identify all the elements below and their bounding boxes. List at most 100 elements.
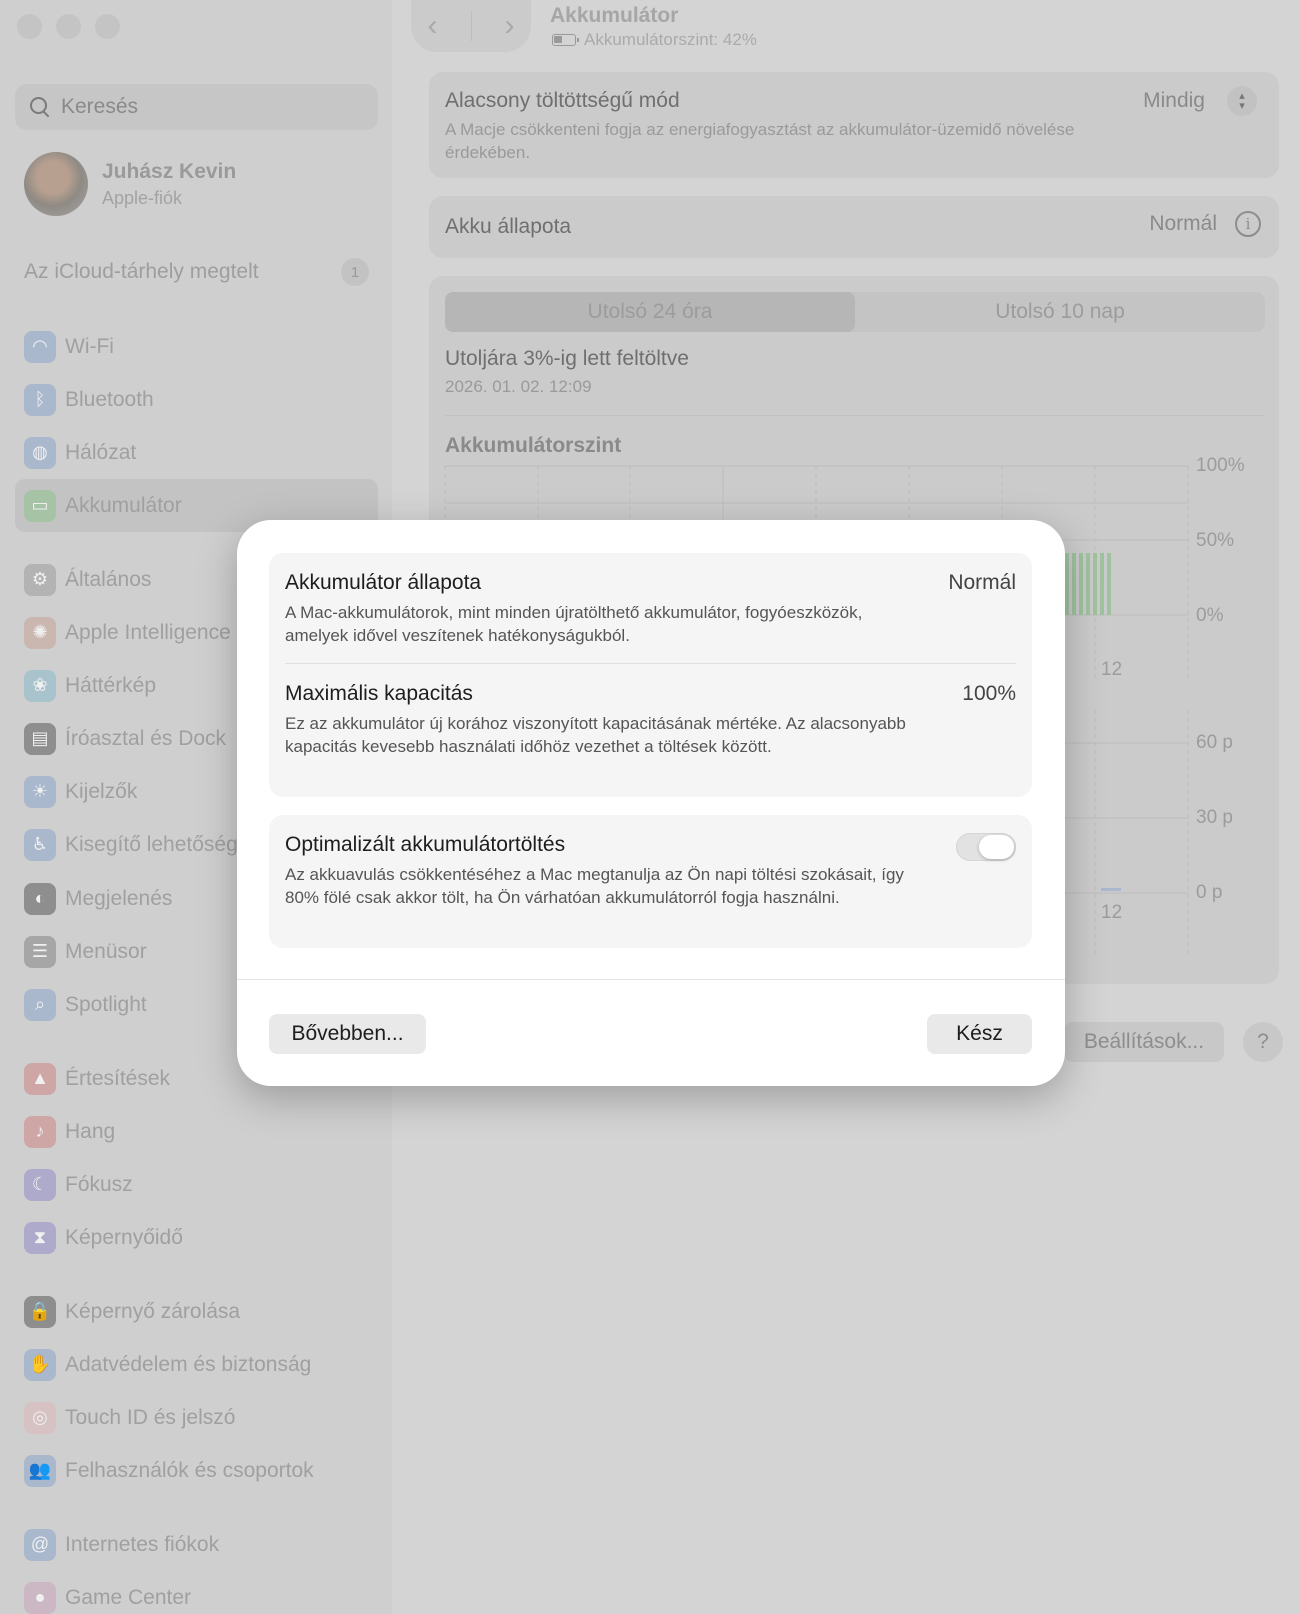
battery-health-label: Akku állapota	[445, 215, 572, 238]
y-tick-label: 50%	[1196, 530, 1235, 551]
sidebar-item-label: Internetes fiókok	[65, 1532, 220, 1556]
menubar-icon: ☰	[24, 935, 56, 968]
apple-account[interactable]: Juhász Kevin Apple-fiók	[24, 152, 236, 216]
sidebar-item-label: Megjelenés	[65, 886, 173, 910]
dock-icon: ▤	[24, 722, 56, 755]
sidebar-item-screen-time[interactable]: ⧗ Képernyőidő	[15, 1211, 378, 1264]
battery-health-card: Akku állapota Normál i	[429, 196, 1279, 258]
usage-bar	[1101, 888, 1121, 891]
sidebar-item-label: Spotlight	[65, 992, 147, 1016]
gear-icon: ⚙	[24, 563, 56, 596]
info-icon[interactable]: i	[1235, 211, 1261, 237]
apple-intelligence-icon: ✺	[24, 616, 56, 649]
max-capacity-description: Ez az akkumulátor új korához viszonyítot…	[285, 714, 906, 756]
done-button[interactable]: Kész	[927, 1014, 1032, 1054]
low-power-select[interactable]: Mindig ▴ ▾	[1143, 86, 1257, 116]
battery-health-value: Normál	[1149, 212, 1217, 235]
sidebar-item-label: Wi-Fi	[65, 334, 114, 358]
divider	[445, 415, 1265, 416]
sidebar-item-lock[interactable]: 🔒 Képernyő zárolása	[15, 1285, 378, 1338]
up-down-chevron-icon: ▴ ▾	[1227, 86, 1257, 116]
sidebar-item-label: Háttérkép	[65, 673, 157, 697]
close-window-button[interactable]	[17, 14, 42, 39]
icloud-warning-label: Az iCloud-tárhely megtelt	[24, 260, 259, 283]
y-tick-label: 100%	[1196, 455, 1245, 476]
last-charged-label: Utoljára 3%-ig lett feltöltve	[445, 347, 689, 370]
optimized-charging-label: Optimalizált akkumulátortöltés	[285, 833, 566, 856]
sidebar-item-wifi[interactable]: ◠ Wi-Fi	[15, 320, 378, 373]
sidebar-item-label: Értesítések	[65, 1066, 171, 1090]
display-icon: ☀	[24, 775, 56, 808]
battery-icon	[552, 34, 579, 46]
globe-icon: ◍	[24, 436, 56, 469]
focus-icon: ☾	[24, 1168, 56, 1201]
sidebar-item-label: Adatvédelem és biztonság	[65, 1352, 312, 1376]
health-info-section: Akkumulátor állapota A Mac-akkumulátorok…	[269, 553, 1032, 797]
divider	[285, 663, 1016, 664]
sidebar-item-label: Képernyőidő	[65, 1225, 183, 1249]
chevron-right-icon[interactable]: ›	[505, 9, 515, 43]
sidebar-item-label: Hang	[65, 1119, 116, 1143]
options-button[interactable]: Beállítások...	[1064, 1022, 1224, 1062]
last-charged-time: 2026. 01. 02. 12:09	[445, 377, 592, 396]
y-tick-label: 0 p	[1196, 882, 1223, 903]
y-tick-label: 60 p	[1196, 732, 1233, 753]
optimized-charging-description: Az akkuavulás csökkentéséhez a Mac megta…	[285, 865, 904, 907]
divider	[470, 11, 472, 41]
zoom-window-button[interactable]	[95, 14, 120, 39]
users-icon: 👥	[24, 1454, 56, 1487]
battery-level-label: Akkumulátorszint: 42%	[584, 30, 757, 49]
y-tick-label: 0%	[1196, 605, 1224, 626]
sidebar-item-label: Általános	[65, 567, 152, 591]
chart-title: Akkumulátorszint	[445, 434, 622, 457]
sidebar-item-label: Hálózat	[65, 440, 137, 464]
sidebar-item-label: Kijelzők	[65, 779, 138, 803]
icloud-storage-warning[interactable]: Az iCloud-tárhely megtelt 1	[24, 258, 369, 286]
at-icon: @	[24, 1528, 56, 1561]
search-field[interactable]	[15, 84, 378, 130]
sidebar-item-label: Akkumulátor	[65, 493, 182, 517]
sidebar-item-bluetooth[interactable]: ᛒ Bluetooth	[15, 373, 378, 426]
bluetooth-icon: ᛒ	[24, 383, 56, 416]
sidebar-item-sound[interactable]: ♪ Hang	[15, 1105, 378, 1158]
minimize-window-button[interactable]	[56, 14, 81, 39]
history-nav: ‹ ›	[411, 0, 531, 52]
sidebar-item-at[interactable]: @ Internetes fiókok	[15, 1518, 378, 1571]
lock-icon: 🔒	[24, 1295, 56, 1328]
time-range-segmented-control: Utolsó 24 óra Utolsó 10 nap	[445, 292, 1265, 332]
y-tick-label: 30 p	[1196, 807, 1233, 828]
max-capacity-row: Maximális kapacitás Ez az akkumulátor új…	[285, 682, 1032, 758]
battery-level-status: Akkumulátorszint: 42%	[552, 30, 757, 50]
search-input[interactable]	[61, 95, 351, 119]
chevron-left-icon[interactable]: ‹	[428, 9, 438, 43]
max-capacity-label: Maximális kapacitás	[285, 682, 473, 705]
privacy-hand-icon: ✋	[24, 1348, 56, 1381]
sidebar-item-users[interactable]: 👥 Felhasználók és csoportok	[15, 1444, 378, 1497]
tab-last-24-hours[interactable]: Utolsó 24 óra	[445, 292, 855, 332]
sidebar-item-label: Íróasztal és Dock	[65, 726, 227, 750]
sidebar-item-fingerprint[interactable]: ◎ Touch ID és jelszó	[15, 1391, 378, 1444]
learn-more-button[interactable]: Bővebben...	[269, 1014, 426, 1054]
spotlight-icon: ⌕	[24, 988, 56, 1021]
sidebar-item-privacy-hand[interactable]: ✋ Adatvédelem és biztonság	[15, 1338, 378, 1391]
sidebar-item-label: Képernyő zárolása	[65, 1299, 241, 1323]
wallpaper-icon: ❀	[24, 669, 56, 702]
battery-health-dialog: Akkumulátor állapota A Mac-akkumulátorok…	[237, 520, 1065, 1086]
optimized-charging-row: Optimalizált akkumulátortöltés Az akkuav…	[285, 833, 1032, 909]
sidebar-item-game-center[interactable]: ● Game Center	[15, 1571, 378, 1614]
sidebar-item-label: Fókusz	[65, 1172, 133, 1196]
wifi-icon: ◠	[24, 330, 56, 363]
tab-last-10-days[interactable]: Utolsó 10 nap	[855, 292, 1265, 332]
battery-condition-label: Akkumulátor állapota	[285, 571, 482, 594]
search-icon	[29, 96, 51, 118]
sidebar-item-globe[interactable]: ◍ Hálózat	[15, 426, 378, 479]
optimized-charging-toggle[interactable]	[956, 833, 1016, 861]
sidebar-item-label: Kisegítő lehetőségek	[65, 832, 260, 856]
appearance-icon: ◐	[24, 882, 56, 915]
sidebar-item-label: Felhasználók és csoportok	[65, 1458, 314, 1482]
game-center-icon: ●	[24, 1581, 56, 1614]
toggle-knob	[979, 835, 1014, 859]
help-button[interactable]: ?	[1243, 1022, 1283, 1062]
x-tick-label: 12	[1101, 659, 1123, 680]
sidebar-item-focus[interactable]: ☾ Fókusz	[15, 1158, 378, 1211]
